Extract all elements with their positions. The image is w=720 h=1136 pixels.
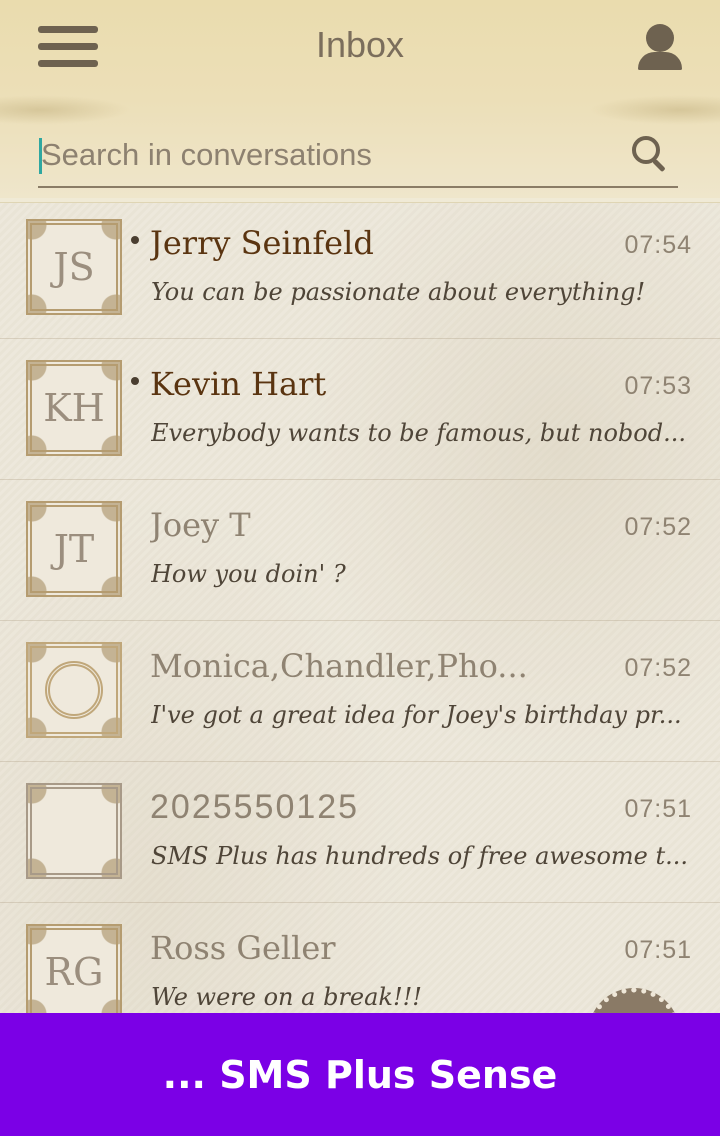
contact-name: Kevin Hart [150, 365, 327, 403]
contact-name: Jerry Seinfeld [150, 224, 374, 262]
unknown-contact-avatar-icon [26, 783, 122, 879]
contact-name: Monica,Chandler,Pho... [150, 647, 528, 685]
header-bar: Inbox [0, 0, 720, 203]
conversation-row-group[interactable]: Monica,Chandler,Pho... 07:52 I've got a … [0, 621, 720, 762]
promo-banner: ... SMS Plus Sense [0, 1013, 720, 1136]
search-input[interactable] [38, 128, 621, 182]
avatar: JS [26, 219, 122, 315]
search-icon[interactable] [630, 134, 670, 174]
page-title: Inbox [315, 24, 405, 65]
conversation-list: JS Jerry Seinfeld 07:54 You can be passi… [0, 198, 720, 1044]
conversation-row-number[interactable]: 2025550125 07:51 SMS Plus has hundreds o… [0, 762, 720, 903]
message-time: 07:51 [624, 795, 692, 823]
group-avatar-icon [26, 642, 122, 738]
conversation-row-jerry-seinfeld[interactable]: JS Jerry Seinfeld 07:54 You can be passi… [0, 198, 720, 339]
message-time: 07:51 [624, 936, 692, 964]
message-time: 07:52 [624, 513, 692, 541]
avatar: KH [26, 360, 122, 456]
avatar: JT [26, 501, 122, 597]
conversation-row-joey-t[interactable]: JT Joey T 07:52 How you doin' ? [0, 480, 720, 621]
contact-name: Ross Geller [150, 929, 336, 967]
search-bar [38, 128, 678, 188]
person-icon[interactable] [634, 22, 686, 72]
message-time: 07:54 [624, 231, 692, 259]
message-time: 07:52 [624, 654, 692, 682]
message-preview: Everybody wants to be famous, but nobod.… [151, 419, 686, 447]
contact-name: 2025550125 [150, 788, 360, 826]
avatar: RG [26, 924, 122, 1020]
banner-text: ... SMS Plus Sense [162, 1052, 558, 1097]
message-time: 07:53 [624, 372, 692, 400]
message-preview: SMS Plus has hundreds of free awesome t.… [151, 842, 689, 870]
conversation-row-kevin-hart[interactable]: KH Kevin Hart 07:53 Everybody wants to b… [0, 339, 720, 480]
message-preview: I've got a great idea for Joey's birthda… [151, 701, 682, 729]
message-preview: You can be passionate about everything! [151, 278, 646, 306]
unread-indicator-icon [131, 377, 139, 385]
contact-name: Joey T [150, 506, 251, 544]
unread-indicator-icon [131, 236, 139, 244]
message-preview: How you doin' ? [151, 560, 346, 588]
